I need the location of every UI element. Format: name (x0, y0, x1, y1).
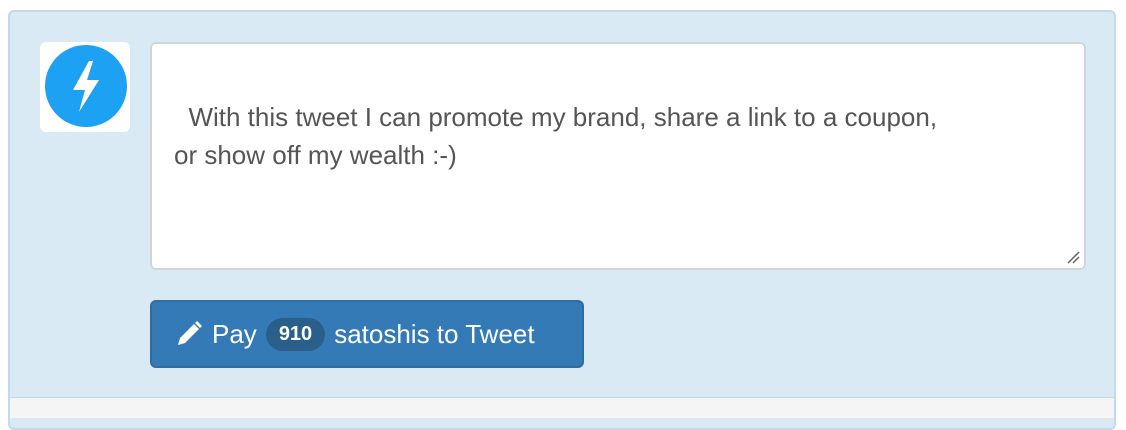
tweet-text[interactable]: With this tweet I can promote my brand, … (174, 102, 937, 170)
pencil-icon (178, 321, 202, 345)
avatar (40, 42, 130, 132)
resize-handle-icon[interactable] (1066, 250, 1080, 264)
pay-to-tweet-button[interactable]: Pay 910 satoshis to Tweet (150, 300, 584, 368)
pay-label: Pay (212, 318, 257, 349)
pay-suffix-label: satoshis to Tweet (334, 318, 535, 349)
lightning-bolt-icon (45, 45, 127, 127)
satoshi-amount-badge: 910 (265, 317, 326, 351)
tweet-textarea[interactable]: With this tweet I can promote my brand, … (150, 42, 1086, 270)
